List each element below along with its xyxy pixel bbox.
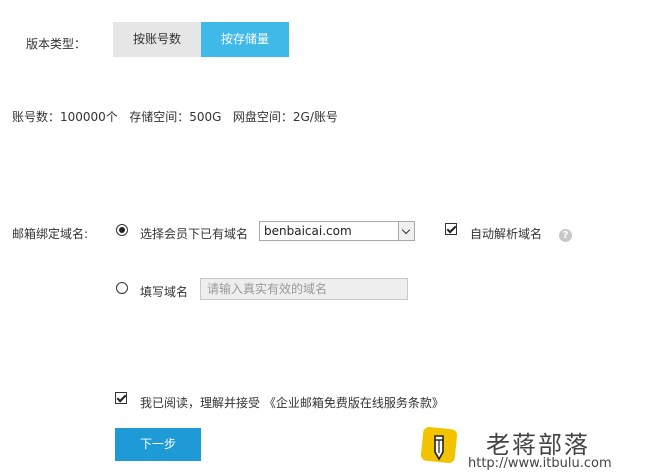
agreement-checkbox[interactable] [115, 392, 127, 404]
plan-summary: 账号数：100000个 存储空间：500G 网盘空间：2G/账号 [12, 110, 338, 124]
next-button[interactable]: 下一步 [115, 428, 201, 461]
watermark-url: http://www.itbulu.com [468, 456, 612, 471]
existing-domain-label: 选择会员下已有域名 [140, 227, 249, 241]
auto-parse-label: 自动解析域名 [470, 227, 543, 241]
fill-domain-label: 填写域名 [140, 285, 189, 299]
agreement-text[interactable]: 我已阅读，理解并接受 《企业邮箱免费版在线服务条款》 [140, 394, 444, 411]
chevron-down-icon[interactable] [398, 222, 414, 240]
domain-input[interactable] [200, 278, 408, 300]
tab-by-accounts[interactable]: 按账号数 [113, 22, 201, 57]
domain-select[interactable]: benbaicai.com [259, 221, 415, 241]
version-type-label: 版本类型： [26, 37, 87, 51]
help-icon[interactable]: ? [559, 229, 572, 242]
domain-binding-label: 邮箱绑定域名: [12, 227, 89, 241]
watermark-title: 老蒋部落 [486, 431, 590, 459]
domain-select-value: benbaicai.com [264, 224, 352, 238]
auto-parse-checkbox[interactable] [445, 223, 457, 235]
tab-by-storage[interactable]: 按存储量 [201, 22, 289, 57]
radio-fill-domain[interactable] [116, 282, 128, 294]
radio-existing-domain[interactable] [116, 224, 128, 236]
pencil-logo-icon [420, 426, 458, 464]
